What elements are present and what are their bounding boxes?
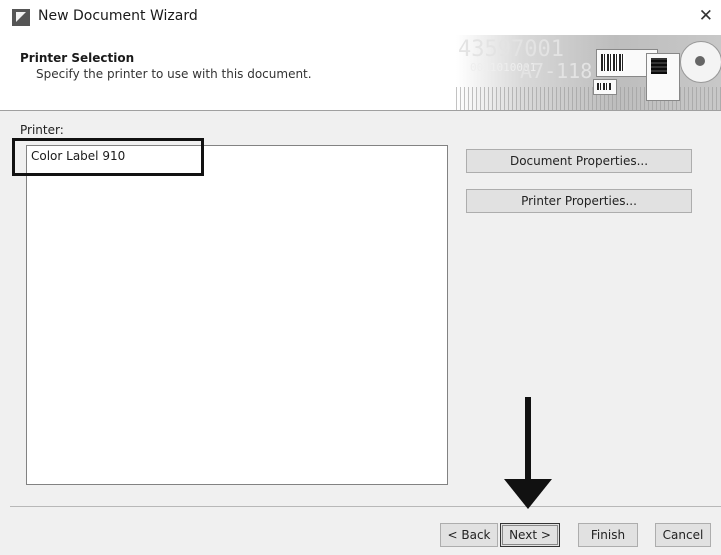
app-icon [12,9,30,26]
footer-divider [10,506,721,507]
banner-code: A7-118 [520,59,593,83]
banner-stripes [456,87,721,110]
disc-label-icon [680,41,721,83]
header-banner-image: 43597001 0011010001 A7-118 [456,35,721,110]
back-button[interactable]: < Back [440,523,498,547]
qr-label-icon [646,53,680,101]
page-title: Printer Selection [20,51,135,65]
barcode-icon [597,83,612,90]
close-icon[interactable]: ✕ [699,6,713,26]
barcode-icon [601,54,625,71]
qr-code-icon [651,58,667,74]
printer-list[interactable]: Color Label 910 [26,145,448,485]
annotation-highlight-box [12,138,204,176]
window-title: New Document Wizard [38,8,198,24]
cancel-button[interactable]: Cancel [655,523,711,547]
wizard-header: Printer Selection Specify the printer to… [0,35,721,111]
document-properties-button[interactable]: Document Properties... [466,149,692,173]
printer-label: Printer: [20,123,64,137]
finish-button[interactable]: Finish [578,523,638,547]
annotation-arrow-down-icon [504,397,552,509]
small-label-icon [593,79,617,95]
page-subtitle: Specify the printer to use with this doc… [36,67,312,81]
printer-properties-button[interactable]: Printer Properties... [466,189,692,213]
next-button[interactable]: Next > [500,523,560,547]
title-bar: New Document Wizard ✕ [0,0,721,35]
